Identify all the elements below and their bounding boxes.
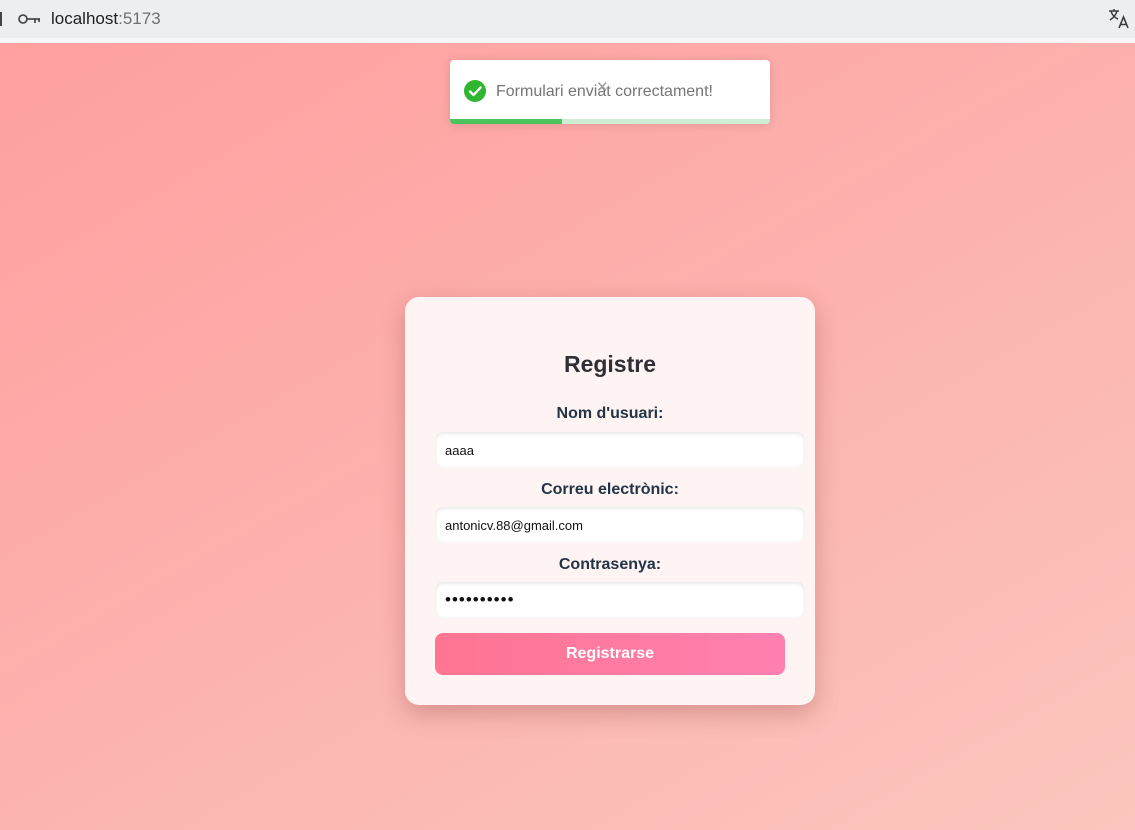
key-icon[interactable] xyxy=(18,10,42,28)
register-form: Registre Nom d'usuari: Correu electrònic… xyxy=(405,297,815,705)
email-input[interactable] xyxy=(435,507,805,543)
url-port: :5173 xyxy=(118,9,161,28)
register-button[interactable]: Registrarse xyxy=(435,633,785,675)
username-label: Nom d'usuari: xyxy=(556,405,664,422)
password-label: Contrasenya: xyxy=(558,556,662,573)
username-input[interactable] xyxy=(435,432,805,468)
success-toast: Formulari enviat correctament! ✕ xyxy=(450,60,770,124)
email-label: Correu electrònic: xyxy=(541,481,679,498)
url-host: localhost xyxy=(51,9,119,28)
toast-progress-bar xyxy=(450,119,562,124)
translate-icon[interactable] xyxy=(1107,6,1131,30)
address-url[interactable]: localhost:5173 xyxy=(51,9,161,29)
check-circle-icon xyxy=(464,80,486,102)
close-icon[interactable]: ✕ xyxy=(596,80,609,96)
browser-address-bar: localhost:5173 xyxy=(0,0,1135,43)
page-background: Formulari enviat correctament! ✕ Registr… xyxy=(0,43,1135,830)
sidebar-edge xyxy=(0,12,2,26)
form-title: Registre xyxy=(563,351,657,377)
password-input[interactable] xyxy=(435,582,805,618)
toast-progress-track xyxy=(450,119,770,124)
